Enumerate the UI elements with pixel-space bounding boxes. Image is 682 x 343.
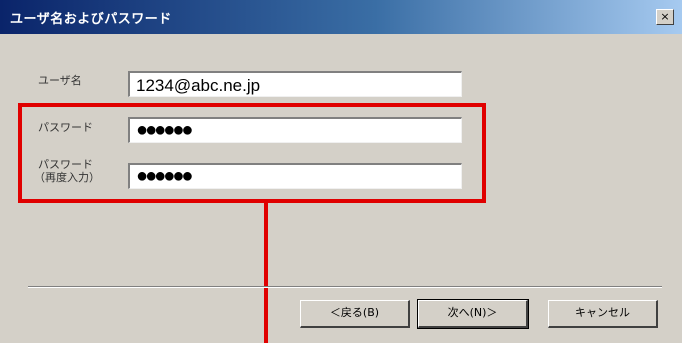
highlight-box xyxy=(18,103,486,203)
window-title: ユーザ名およびパスワード xyxy=(10,12,172,27)
username-field[interactable]: 1234@abc.ne.jp xyxy=(128,71,462,97)
title-bar[interactable]: ユーザ名およびパスワード × xyxy=(0,0,682,34)
username-label: ユーザ名 xyxy=(38,74,82,87)
back-button[interactable]: ＜戻る(B) xyxy=(300,300,410,328)
next-button[interactable]: 次へ(N)＞ xyxy=(417,299,529,329)
cancel-button[interactable]: キャンセル xyxy=(548,300,658,328)
close-button[interactable]: × xyxy=(656,9,674,25)
separator xyxy=(28,286,662,288)
callout-line xyxy=(264,203,268,343)
dialog-window: ユーザ名およびパスワード × ユーザ名 1234@abc.ne.jp パスワード… xyxy=(0,0,682,343)
